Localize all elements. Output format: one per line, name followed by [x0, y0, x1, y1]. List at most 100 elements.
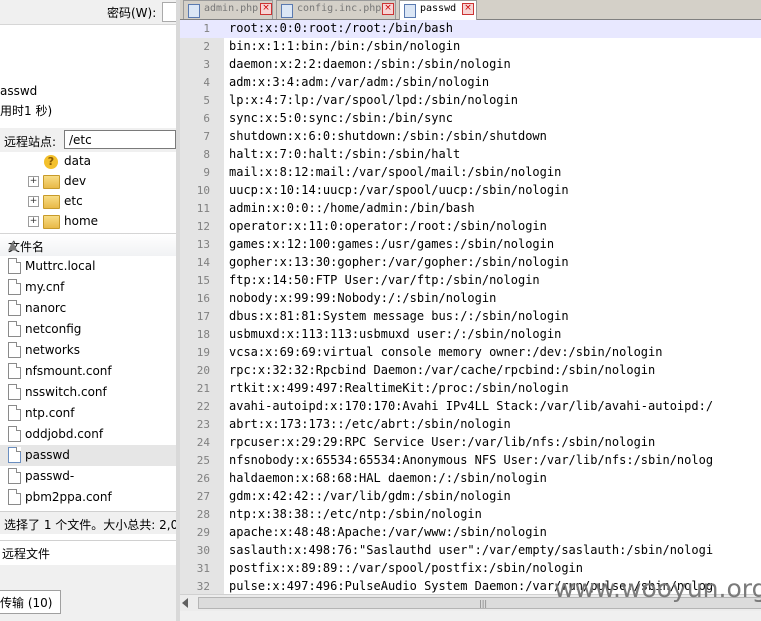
- line-number: 1: [203, 22, 210, 35]
- grip-icon: |||: [479, 599, 488, 608]
- code-line[interactable]: 25 nfsnobody:x:65534:65534:Anonymous NFS …: [180, 452, 761, 470]
- line-text: haldaemon:x:68:68:HAL daemon:/:/sbin/nol…: [229, 471, 547, 485]
- file-icon: [8, 279, 21, 295]
- code-line[interactable]: 19 vcsa:x:69:69:virtual console memory ow…: [180, 344, 761, 362]
- line-text: ftp:x:14:50:FTP User:/var/ftp:/sbin/nolo…: [229, 273, 540, 287]
- code-line[interactable]: 28 ntp:x:38:38::/etc/ntp:/sbin/nologin: [180, 506, 761, 524]
- filename-column-header[interactable]: 文件名 ▲: [0, 233, 176, 257]
- tab-passwd[interactable]: passwd ×: [399, 0, 477, 20]
- tree-item-data[interactable]: ? data: [0, 152, 176, 172]
- line-text: apache:x:48:48:Apache:/var/www:/sbin/nol…: [229, 525, 547, 539]
- file-row[interactable]: pbm2ppa.conf: [0, 487, 176, 508]
- file-row[interactable]: ntp.conf: [0, 403, 176, 424]
- code-line[interactable]: 12 operator:x:11:0:operator:/root:/sbin/n…: [180, 218, 761, 236]
- tree-item-etc[interactable]: + etc: [0, 192, 176, 212]
- file-row[interactable]: my.cnf: [0, 277, 176, 298]
- code-line[interactable]: 14 gopher:x:13:30:gopher:/var/gopher:/sbi…: [180, 254, 761, 272]
- code-line[interactable]: 3 daemon:x:2:2:daemon:/sbin:/sbin/nologin: [180, 56, 761, 74]
- connection-bar: 密码(W):: [0, 0, 176, 25]
- code-line[interactable]: 15 ftp:x:14:50:FTP User:/var/ftp:/sbin/no…: [180, 272, 761, 290]
- tab-config-inc-php[interactable]: config.inc.php ×: [276, 0, 396, 19]
- code-line[interactable]: 7 shutdown:x:6:0:shutdown:/sbin:/sbin/shu…: [180, 128, 761, 146]
- code-line[interactable]: 2 bin:x:1:1:bin:/bin:/sbin/nologin: [180, 38, 761, 56]
- code-line[interactable]: 17 dbus:x:81:81:System message bus:/:/sbi…: [180, 308, 761, 326]
- remote-files-pane: 远程文件: [0, 540, 176, 565]
- line-text: gdm:x:42:42::/var/lib/gdm:/sbin/nologin: [229, 489, 511, 503]
- line-text: rtkit:x:499:497:RealtimeKit:/proc:/sbin/…: [229, 381, 569, 395]
- code-line[interactable]: 13 games:x:12:100:games:/usr/games:/sbin/…: [180, 236, 761, 254]
- folder-icon: [43, 195, 60, 209]
- line-text: bin:x:1:1:bin:/bin:/sbin/nologin: [229, 39, 461, 53]
- close-icon[interactable]: ×: [260, 3, 272, 15]
- code-area[interactable]: 1 root:x:0:0:root:/root:/bin/bash 2 bin:x:1…: [180, 20, 761, 594]
- code-line[interactable]: 8 halt:x:7:0:halt:/sbin:/sbin/halt: [180, 146, 761, 164]
- tab-admin-php[interactable]: admin.php ×: [183, 0, 273, 19]
- local-remote-panel: 密码(W): asswd 用时1 秒) 远程站点: /etc ? data + …: [0, 0, 176, 621]
- code-line[interactable]: 27 gdm:x:42:42::/var/lib/gdm:/sbin/nologi…: [180, 488, 761, 506]
- code-line[interactable]: 18 usbmuxd:x:113:113:usbmuxd user:/:/sbin…: [180, 326, 761, 344]
- file-row[interactable]: nanorc: [0, 298, 176, 319]
- folder-icon: [43, 175, 60, 189]
- file-row[interactable]: oddjobd.conf: [0, 424, 176, 445]
- file-row[interactable]: nfsmount.conf: [0, 361, 176, 382]
- expand-icon[interactable]: +: [28, 196, 39, 207]
- code-line[interactable]: 9 mail:x:8:12:mail:/var/spool/mail:/sbin/…: [180, 164, 761, 182]
- code-line[interactable]: 11 admin:x:0:0::/home/admin:/bin/bash: [180, 200, 761, 218]
- file-row[interactable]: passwd-: [0, 466, 176, 487]
- expand-icon[interactable]: +: [28, 176, 39, 187]
- line-text: sync:x:5:0:sync:/sbin:/bin/sync: [229, 111, 453, 125]
- line-number: 4: [203, 76, 210, 89]
- line-text: mail:x:8:12:mail:/var/spool/mail:/sbin/n…: [229, 165, 562, 179]
- file-name: passwd: [25, 448, 70, 462]
- code-line[interactable]: 4 adm:x:3:4:adm:/var/adm:/sbin/nologin: [180, 74, 761, 92]
- log-line: asswd: [0, 84, 38, 98]
- password-field[interactable]: [162, 2, 176, 22]
- expand-icon[interactable]: +: [28, 216, 39, 227]
- file-row[interactable]: networks: [0, 340, 176, 361]
- code-line[interactable]: 29 apache:x:48:48:Apache:/var/www:/sbin/n…: [180, 524, 761, 542]
- code-line[interactable]: 6 sync:x:5:0:sync:/sbin:/bin/sync: [180, 110, 761, 128]
- file-icon: [8, 342, 21, 358]
- close-icon[interactable]: ×: [462, 3, 474, 15]
- code-line[interactable]: 1 root:x:0:0:root:/root:/bin/bash: [180, 20, 761, 38]
- log-line: 用时1 秒): [0, 104, 53, 118]
- file-icon: [8, 384, 21, 400]
- tree-item-dev[interactable]: + dev: [0, 172, 176, 192]
- line-number: 26: [196, 472, 210, 485]
- code-line[interactable]: 30 saslauth:x:498:76:"Saslauthd user":/va…: [180, 542, 761, 560]
- remote-site-input[interactable]: /etc: [64, 130, 176, 149]
- file-name: Muttrc.local: [25, 259, 96, 273]
- code-line[interactable]: 10 uucp:x:10:14:uucp:/var/spool/uucp:/sbi…: [180, 182, 761, 200]
- code-line[interactable]: 23 abrt:x:173:173::/etc/abrt:/sbin/nologi…: [180, 416, 761, 434]
- code-line[interactable]: 21 rtkit:x:499:497:RealtimeKit:/proc:/sbi…: [180, 380, 761, 398]
- file-icon: [8, 447, 21, 463]
- code-line[interactable]: 5 lp:x:4:7:lp:/var/spool/lpd:/sbin/nologi…: [180, 92, 761, 110]
- line-text: ntp:x:38:38::/etc/ntp:/sbin/nologin: [229, 507, 482, 521]
- file-icon: [8, 363, 21, 379]
- file-name: networks: [25, 343, 80, 357]
- remote-directory-tree: ? data + dev + etc + home: [0, 152, 176, 230]
- code-line[interactable]: 24 rpcuser:x:29:29:RPC Service User:/var/…: [180, 434, 761, 452]
- folder-icon: [43, 215, 60, 229]
- line-number: 23: [196, 418, 210, 431]
- file-name: netconfig: [25, 322, 82, 336]
- file-row[interactable]: Muttrc.local: [0, 256, 176, 277]
- file-row[interactable]: nsswitch.conf: [0, 382, 176, 403]
- line-text: nobody:x:99:99:Nobody:/:/sbin/nologin: [229, 291, 497, 305]
- file-row-selected[interactable]: passwd: [0, 445, 176, 466]
- scroll-left-arrow-icon[interactable]: [182, 598, 188, 608]
- close-icon[interactable]: ×: [382, 3, 394, 15]
- transfer-queue-tab[interactable]: 传输 (10): [0, 590, 61, 614]
- code-line[interactable]: 22 avahi-autoipd:x:170:170:Avahi IPv4LL S…: [180, 398, 761, 416]
- line-text: usbmuxd:x:113:113:usbmuxd user:/:/sbin/n…: [229, 327, 562, 341]
- code-line[interactable]: 16 nobody:x:99:99:Nobody:/:/sbin/nologin: [180, 290, 761, 308]
- tree-item-home[interactable]: + home: [0, 212, 176, 232]
- code-line[interactable]: 20 rpc:x:32:32:Rpcbind Daemon:/var/cache/…: [180, 362, 761, 380]
- remote-file-list: Muttrc.local my.cnf nanorc netconfig net…: [0, 256, 176, 510]
- file-name: pbm2ppa.conf: [25, 490, 112, 504]
- line-number: 9: [203, 166, 210, 179]
- file-name: my.cnf: [25, 280, 65, 294]
- line-text: daemon:x:2:2:daemon:/sbin:/sbin/nologin: [229, 57, 511, 71]
- code-line[interactable]: 26 haldaemon:x:68:68:HAL daemon:/:/sbin/n…: [180, 470, 761, 488]
- file-row[interactable]: netconfig: [0, 319, 176, 340]
